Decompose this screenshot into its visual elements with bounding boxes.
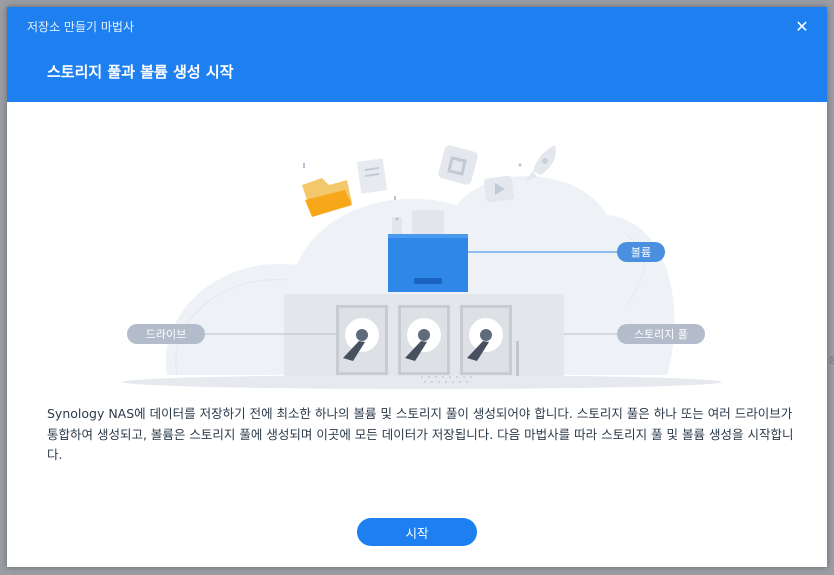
close-button[interactable]: ✕ <box>793 16 811 36</box>
document-icon <box>357 158 387 194</box>
wizard-dialog: 저장소 만들기 마법사 ✕ 스토리지 풀과 볼륨 생성 시작 볼륨 드라이브 스… <box>7 7 827 567</box>
drive-2 <box>398 305 450 375</box>
volume-label: 볼륨 <box>617 242 665 262</box>
close-icon: ✕ <box>795 16 809 36</box>
volume-block <box>388 234 468 292</box>
svg-text:스토리지 풀: 스토리지 풀 <box>634 328 688 341</box>
svg-text:드라이브: 드라이브 <box>146 328 186 341</box>
storage-illustration: 볼륨 드라이브 스토리지 풀 <box>122 145 722 389</box>
start-button[interactable]: 시작 <box>357 518 477 546</box>
window-title: 저장소 만들기 마법사 <box>27 20 134 34</box>
drive-slot-empty <box>516 341 519 376</box>
step-title: 스토리지 풀과 볼륨 생성 시작 <box>47 63 234 81</box>
drive-1 <box>336 305 388 375</box>
rocket-icon <box>525 145 556 181</box>
svg-text:볼륨: 볼륨 <box>631 246 651 259</box>
drive-label: 드라이브 <box>127 324 205 344</box>
folder-icon <box>302 178 352 217</box>
drive-3 <box>460 305 512 375</box>
background-text-fragment: 성 <box>828 356 834 366</box>
drive-app-icon <box>438 145 478 185</box>
video-icon <box>483 175 515 203</box>
pool-label: 스토리지 풀 <box>617 324 705 344</box>
dialog-header: 저장소 만들기 마법사 ✕ 스토리지 풀과 볼륨 생성 시작 <box>7 7 827 102</box>
description-text: Synology NAS에 데이터를 저장하기 전에 최소한 하나의 볼륨 및 … <box>47 406 794 462</box>
